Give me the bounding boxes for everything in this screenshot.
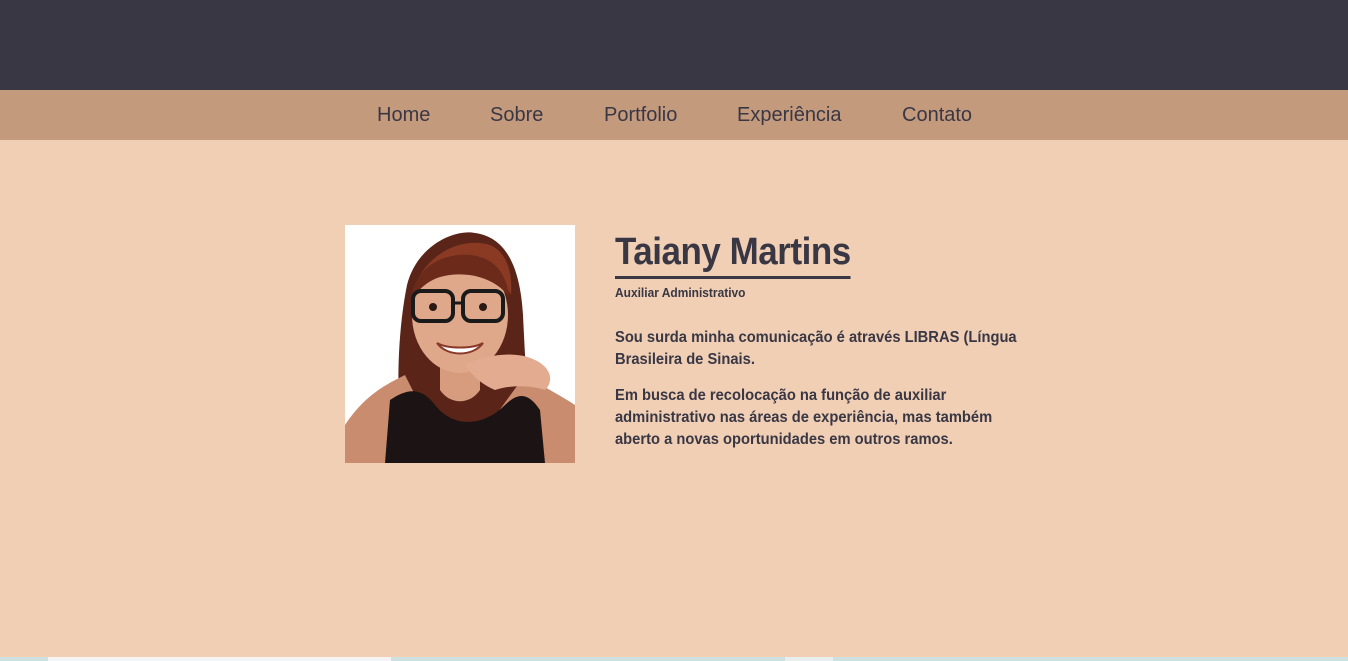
nav-item-contato[interactable]: Contato [902,90,972,140]
profile-paragraph-1: Sou surda minha comunicação é através LI… [615,329,1017,368]
nav-item-portfolio[interactable]: Portfolio [604,90,677,140]
profile-name: Taiany Martins [615,228,851,279]
profile-info: Taiany Martins Auxiliar Administrativo S… [615,228,1045,451]
top-banner [0,0,1348,90]
profile-role: Auxiliar Administrativo [615,285,746,300]
profile-photo [345,225,575,463]
profile-paragraph-2: Em busca de recolocação na função de aux… [615,387,993,448]
next-section-card-edge [48,657,391,661]
main-nav: Home Sobre Portfolio Experiência Contato [0,90,1348,140]
next-section-card-edge-2 [785,657,833,661]
profile-photo-illustration [345,225,575,463]
nav-item-sobre[interactable]: Sobre [490,90,543,140]
nav-item-experiencia[interactable]: Experiência [737,90,842,140]
nav-item-home[interactable]: Home [377,90,430,140]
